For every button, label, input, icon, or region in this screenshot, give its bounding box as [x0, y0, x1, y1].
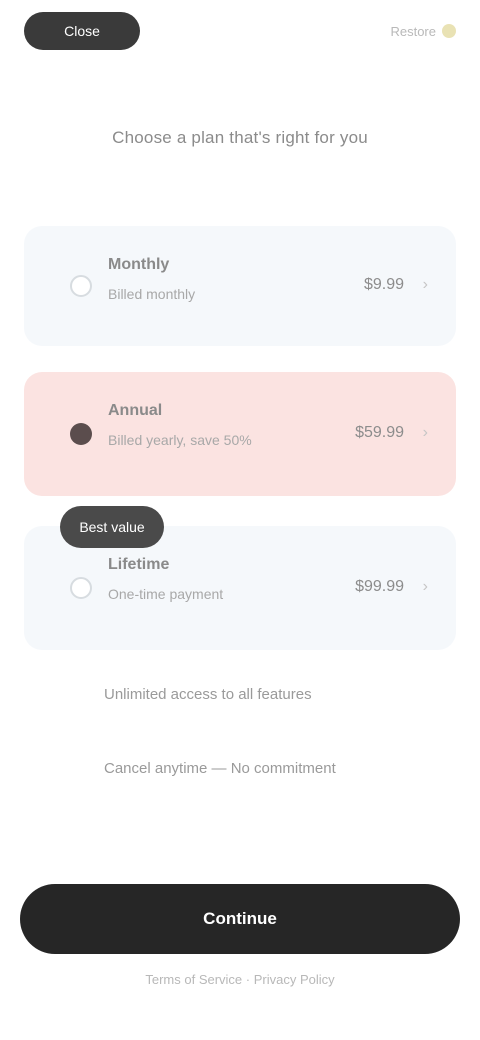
restore-link[interactable]: Restore — [390, 20, 456, 42]
chevron-right-icon: › — [422, 276, 428, 293]
restore-label: Restore — [390, 23, 436, 39]
plan-subtitle: Billed monthly — [108, 286, 196, 302]
paywall-screen: Close Restore Choose a plan that's right… — [0, 0, 480, 1040]
feature-item: Cancel anytime — No commitment — [104, 760, 336, 777]
close-button[interactable]: Close — [24, 12, 140, 50]
plan-name: Monthly — [108, 256, 170, 273]
radio-unselected-icon[interactable] — [70, 577, 92, 599]
page-title: Choose a plan that's right for you — [112, 128, 368, 147]
plan-name: Annual — [108, 402, 163, 419]
status-dot-icon — [442, 24, 456, 38]
plan-subtitle: Billed yearly, save 50% — [108, 432, 252, 448]
plan-subtitle: One-time payment — [108, 586, 224, 602]
continue-button[interactable]: Continue — [20, 884, 460, 954]
plan-price: $59.99 — [355, 424, 404, 441]
plan-card-annual[interactable]: Annual Billed yearly, save 50% $59.99 › — [24, 372, 456, 496]
plan-price: $9.99 — [363, 276, 404, 293]
best-value-badge: Best value — [60, 506, 164, 548]
legal-footnote[interactable]: Terms of Service · Privacy Policy — [0, 972, 480, 987]
radio-selected-icon[interactable] — [70, 423, 92, 445]
plan-name: Lifetime — [108, 556, 170, 573]
chevron-right-icon: › — [422, 424, 428, 441]
feature-item: Unlimited access to all features — [104, 686, 312, 703]
plan-card-monthly[interactable]: Monthly Billed monthly $9.99 › — [24, 226, 456, 346]
plan-price: $99.99 — [355, 578, 404, 595]
chevron-right-icon: › — [422, 578, 428, 595]
radio-unselected-icon[interactable] — [70, 275, 92, 297]
